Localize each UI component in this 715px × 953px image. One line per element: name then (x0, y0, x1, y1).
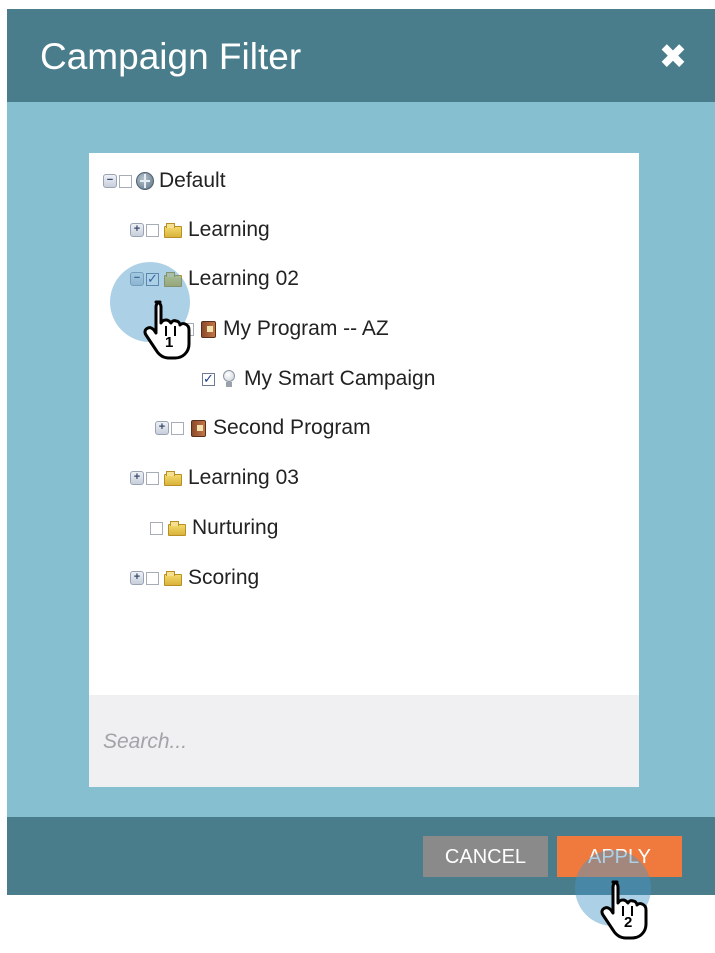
tree-checkbox[interactable] (146, 571, 159, 585)
globe-icon (136, 172, 154, 190)
tree-node-default[interactable]: − Default (103, 166, 226, 196)
search-input[interactable] (103, 725, 603, 759)
dialog-title: Campaign Filter (40, 36, 302, 77)
tree-checkbox[interactable] (146, 223, 159, 237)
tree-node-label: Learning 02 (188, 267, 299, 290)
tree-node-label: Scoring (188, 566, 260, 589)
expand-toggle-icon[interactable]: + (130, 471, 144, 485)
expand-toggle-icon[interactable]: + (130, 571, 144, 585)
tree-checkbox[interactable] (150, 521, 163, 535)
folder-icon (163, 221, 183, 239)
program-icon (188, 419, 208, 437)
expand-toggle-icon[interactable]: + (130, 223, 144, 237)
close-icon[interactable]: ✖ (653, 35, 693, 79)
lightbulb-icon (219, 370, 239, 388)
tree-node-learning-03[interactable]: + Learning 03 (130, 463, 299, 493)
tree-node-label: Learning 03 (188, 466, 299, 489)
tree-checkbox-checked[interactable] (202, 371, 215, 386)
tree-node-my-smart-campaign[interactable]: My Smart Campaign (186, 364, 435, 394)
tree-node-label: Second Program (213, 416, 371, 439)
step-number-1: 1 (165, 334, 174, 351)
collapse-toggle-icon[interactable]: − (103, 174, 117, 188)
tree-checkbox[interactable] (119, 174, 132, 188)
hand-pointer-icon (143, 300, 191, 360)
tree-node-label: Default (159, 169, 226, 192)
tree-node-label: My Smart Campaign (244, 367, 436, 390)
folder-icon (163, 569, 183, 587)
tree-node-second-program[interactable]: + Second Program (155, 413, 371, 443)
filter-panel: − Default + Learning − Learning 02 (89, 153, 639, 787)
hand-pointer-icon (600, 880, 648, 940)
tree-node-learning[interactable]: + Learning (130, 215, 270, 245)
step-number-2: 2 (624, 914, 633, 931)
tree-node-label: My Program -- AZ (223, 317, 389, 340)
tree-checkbox[interactable] (171, 421, 184, 435)
expand-toggle-icon[interactable]: + (155, 421, 169, 435)
cancel-button[interactable]: CANCEL (423, 836, 548, 877)
folder-icon (163, 469, 183, 487)
tree-node-label: Nurturing (192, 516, 279, 539)
tree-checkbox[interactable] (146, 471, 159, 485)
folder-icon (167, 519, 187, 537)
search-bar (89, 695, 639, 787)
tree-node-my-program-az[interactable]: My Program -- AZ (165, 314, 389, 344)
dialog-header: Campaign Filter ✖ (7, 9, 715, 102)
tree-node-scoring[interactable]: + Scoring (130, 563, 259, 593)
campaign-filter-dialog: Campaign Filter ✖ − Default + Learning −… (7, 9, 715, 895)
tree-node-label: Learning (188, 218, 270, 241)
program-icon (198, 320, 218, 338)
campaign-tree: − Default + Learning − Learning 02 (89, 153, 639, 695)
tree-node-nurturing[interactable]: Nurturing (134, 513, 278, 543)
